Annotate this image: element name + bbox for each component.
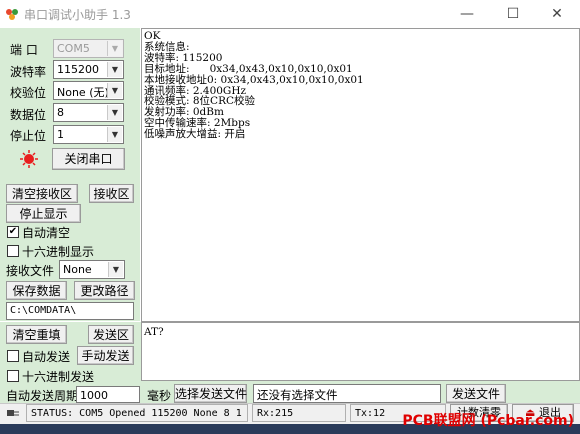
clear-refill-button[interactable]: 清空重填 <box>6 325 67 344</box>
auto-period-label: 自动发送周期 <box>6 389 79 403</box>
databits-label: 数据位 <box>10 108 47 122</box>
select-send-file-button[interactable]: 选择发送文件 <box>174 384 247 403</box>
receive-file-value: None <box>63 263 92 276</box>
send-text-area[interactable]: AT? <box>141 322 580 381</box>
manual-send-button[interactable]: 手动发送 <box>77 346 134 365</box>
auto-clear-checkbox[interactable]: ✔ <box>7 226 19 238</box>
port-status-indicator-icon <box>20 150 38 168</box>
parity-select[interactable]: None (无) ▼ <box>53 81 124 100</box>
receive-file-select[interactable]: None ▼ <box>59 260 125 279</box>
databits-value: 8 <box>57 106 64 119</box>
chevron-down-icon: ▼ <box>107 83 122 98</box>
send-file-button[interactable]: 发送文件 <box>446 384 506 403</box>
parity-value: None (无) <box>57 86 109 99</box>
baud-value: 115200 <box>57 63 99 76</box>
receive-text-area[interactable]: OK 系统信息: 波特率: 115200 目标地址: 0x34,0x43,0x1… <box>141 28 580 322</box>
clear-receive-button[interactable]: 清空接收区 <box>6 184 78 203</box>
app-logo-icon <box>6 9 18 20</box>
window-title: 串口调试小助手 1.3 <box>24 8 131 22</box>
close-port-button[interactable]: 关闭串口 <box>52 148 125 170</box>
save-path-field[interactable]: C:\COMDATA\ <box>6 302 134 320</box>
parity-label: 校验位 <box>10 86 47 100</box>
minimize-button[interactable]: — <box>444 0 490 28</box>
save-data-button[interactable]: 保存数据 <box>6 281 67 300</box>
auto-period-input[interactable]: 1000 <box>76 386 140 403</box>
hex-send-label: 十六进制发送 <box>22 370 95 384</box>
chevron-down-icon: ▼ <box>108 262 123 277</box>
maximize-button[interactable]: ☐ <box>490 0 536 28</box>
chevron-down-icon: ▼ <box>107 105 122 120</box>
stopbits-label: 停止位 <box>10 129 47 143</box>
title-bar: 串口调试小助手 1.3 — ☐ ✕ <box>0 0 580 28</box>
watermark: PCB联盟网 (Pcbar.com) <box>402 413 574 429</box>
receive-area-button[interactable]: 接收区 <box>89 184 134 203</box>
ms-label: 毫秒 <box>147 389 172 403</box>
chevron-down-icon: ▼ <box>107 127 122 142</box>
plug-icon <box>7 410 19 416</box>
auto-clear-label: 自动清空 <box>22 226 71 240</box>
port-value: COM5 <box>57 42 90 55</box>
chevron-down-icon: ▼ <box>107 62 122 77</box>
close-button[interactable]: ✕ <box>534 0 580 28</box>
baud-select[interactable]: 115200 ▼ <box>53 60 124 79</box>
stop-display-button[interactable]: 停止显示 <box>6 204 81 223</box>
send-area-button[interactable]: 发送区 <box>88 325 134 344</box>
stopbits-select[interactable]: 1 ▼ <box>53 125 124 144</box>
send-file-status-field: 还没有选择文件 <box>253 384 441 403</box>
stopbits-value: 1 <box>57 128 64 141</box>
hex-display-label: 十六进制显示 <box>22 245 95 259</box>
hex-send-checkbox[interactable] <box>7 370 19 382</box>
receive-file-label: 接收文件 <box>6 264 55 278</box>
databits-select[interactable]: 8 ▼ <box>53 103 124 122</box>
chevron-down-icon: ▼ <box>107 41 122 56</box>
change-path-button[interactable]: 更改路径 <box>74 281 135 300</box>
hex-display-checkbox[interactable] <box>7 245 19 257</box>
status-text: STATUS: COM5 Opened 115200 None 8 1 <box>26 404 248 422</box>
port-select[interactable]: COM5 ▼ <box>53 39 124 58</box>
auto-send-label: 自动发送 <box>22 350 71 364</box>
baud-label: 波特率 <box>10 65 47 79</box>
port-label: 端 口 <box>10 43 38 57</box>
rx-counter: Rx:215 <box>252 404 346 422</box>
auto-send-checkbox[interactable] <box>7 350 19 362</box>
